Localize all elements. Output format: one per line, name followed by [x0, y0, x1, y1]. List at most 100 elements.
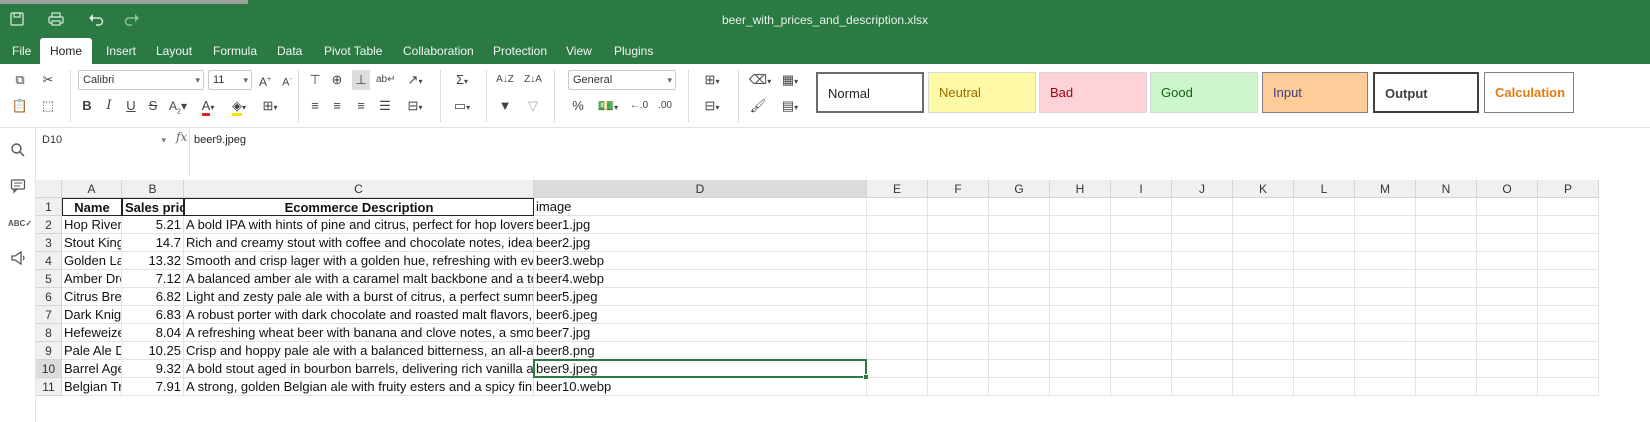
row-header[interactable]: 10: [36, 360, 62, 378]
column-header-m[interactable]: M: [1355, 180, 1416, 198]
column-header-k[interactable]: K: [1233, 180, 1294, 198]
italic-icon[interactable]: I: [100, 96, 118, 116]
cell-h[interactable]: [1050, 324, 1111, 342]
increase-decimal-icon[interactable]: .00: [654, 96, 676, 116]
comments-icon[interactable]: [8, 178, 28, 198]
fill-color-icon[interactable]: ◈▾: [226, 96, 252, 116]
cell-p[interactable]: [1538, 306, 1599, 324]
cell-c[interactable]: A balanced amber ale with a caramel malt…: [184, 270, 534, 288]
cell-m[interactable]: [1355, 324, 1416, 342]
menu-plugins[interactable]: Plugins: [604, 38, 663, 64]
cell-d[interactable]: beer8.png: [534, 342, 867, 360]
column-header-e[interactable]: E: [867, 180, 928, 198]
cell-style-output[interactable]: Output: [1373, 72, 1479, 113]
align-top-icon[interactable]: ⊤: [306, 70, 324, 90]
cell-a[interactable]: Name: [62, 198, 122, 216]
name-box[interactable]: D10 ▾: [40, 130, 170, 150]
cell-j[interactable]: [1172, 198, 1233, 216]
cell-d[interactable]: beer10.webp: [534, 378, 867, 396]
cell-c[interactable]: A strong, golden Belgian ale with fruity…: [184, 378, 534, 396]
cell-c[interactable]: Ecommerce Description: [184, 198, 534, 216]
menu-layout[interactable]: Layout: [146, 38, 202, 64]
cell-m[interactable]: [1355, 306, 1416, 324]
cell-b[interactable]: 13.32: [122, 252, 184, 270]
cell-i[interactable]: [1111, 342, 1172, 360]
cell-m[interactable]: [1355, 378, 1416, 396]
cell-j[interactable]: [1172, 306, 1233, 324]
cell-g[interactable]: [989, 360, 1050, 378]
cell-n[interactable]: [1416, 324, 1477, 342]
cell-l[interactable]: [1294, 234, 1355, 252]
cell-m[interactable]: [1355, 360, 1416, 378]
insert-cells-icon[interactable]: ⊞▾: [698, 70, 726, 90]
cell-f[interactable]: [928, 378, 989, 396]
row-header[interactable]: 3: [36, 234, 62, 252]
cell-j[interactable]: [1172, 360, 1233, 378]
cell-k[interactable]: [1233, 270, 1294, 288]
spellcheck-icon[interactable]: ABC✓: [8, 214, 32, 234]
cell-h[interactable]: [1050, 306, 1111, 324]
cell-h[interactable]: [1050, 234, 1111, 252]
cell-h[interactable]: [1050, 378, 1111, 396]
cell-g[interactable]: [989, 198, 1050, 216]
column-header-a[interactable]: A: [62, 180, 122, 198]
cell-p[interactable]: [1538, 360, 1599, 378]
cell-m[interactable]: [1355, 216, 1416, 234]
cell-a[interactable]: Stout King: [62, 234, 122, 252]
cell-a[interactable]: Golden Lag: [62, 252, 122, 270]
cell-j[interactable]: [1172, 342, 1233, 360]
cell-f[interactable]: [928, 198, 989, 216]
cell-b[interactable]: 5.21: [122, 216, 184, 234]
cell-c[interactable]: A bold stout aged in bourbon barrels, de…: [184, 360, 534, 378]
cell-e[interactable]: [867, 216, 928, 234]
row-header[interactable]: 1: [36, 198, 62, 216]
paste-icon[interactable]: 📋: [10, 96, 30, 116]
cell-e[interactable]: [867, 378, 928, 396]
column-header-h[interactable]: H: [1050, 180, 1111, 198]
cut-icon[interactable]: ✂: [38, 70, 58, 90]
cell-e[interactable]: [867, 342, 928, 360]
column-header-j[interactable]: J: [1172, 180, 1233, 198]
cell-n[interactable]: [1416, 270, 1477, 288]
menu-protection[interactable]: Protection: [483, 38, 557, 64]
cell-p[interactable]: [1538, 198, 1599, 216]
cell-l[interactable]: [1294, 198, 1355, 216]
column-header-n[interactable]: N: [1416, 180, 1477, 198]
select-all-icon[interactable]: ⬚: [38, 96, 58, 116]
copy-icon[interactable]: ⧉: [10, 70, 30, 90]
cell-n[interactable]: [1416, 360, 1477, 378]
align-middle-icon[interactable]: ⊕: [328, 70, 346, 90]
cell-g[interactable]: [989, 216, 1050, 234]
cell-e[interactable]: [867, 288, 928, 306]
strikethrough-icon[interactable]: S: [144, 96, 162, 116]
cell-style-bad[interactable]: Bad: [1039, 72, 1147, 113]
cell-k[interactable]: [1233, 198, 1294, 216]
wrap-text-icon[interactable]: ab↵: [376, 70, 396, 90]
cell-b[interactable]: 7.91: [122, 378, 184, 396]
cell-d[interactable]: image: [534, 198, 867, 216]
cell-l[interactable]: [1294, 342, 1355, 360]
cell-n[interactable]: [1416, 234, 1477, 252]
currency-icon[interactable]: 💵▾: [594, 96, 622, 116]
cell-f[interactable]: [928, 360, 989, 378]
cell-i[interactable]: [1111, 378, 1172, 396]
column-header-c[interactable]: C: [184, 180, 534, 198]
cell-o[interactable]: [1477, 306, 1538, 324]
cell-o[interactable]: [1477, 198, 1538, 216]
cell-i[interactable]: [1111, 324, 1172, 342]
cell-h[interactable]: [1050, 198, 1111, 216]
cell-o[interactable]: [1477, 234, 1538, 252]
cell-a[interactable]: Hop River: [62, 216, 122, 234]
number-format-select[interactable]: General ▾: [568, 70, 676, 90]
cell-o[interactable]: [1477, 270, 1538, 288]
cell-c[interactable]: Smooth and crisp lager with a golden hue…: [184, 252, 534, 270]
cell-d[interactable]: beer7.jpg: [534, 324, 867, 342]
cell-o[interactable]: [1477, 342, 1538, 360]
filter-icon[interactable]: ▼: [494, 96, 516, 116]
column-header-g[interactable]: G: [989, 180, 1050, 198]
cell-l[interactable]: [1294, 378, 1355, 396]
cell-c[interactable]: A refreshing wheat beer with banana and …: [184, 324, 534, 342]
cell-l[interactable]: [1294, 306, 1355, 324]
cell-l[interactable]: [1294, 216, 1355, 234]
cell-m[interactable]: [1355, 270, 1416, 288]
